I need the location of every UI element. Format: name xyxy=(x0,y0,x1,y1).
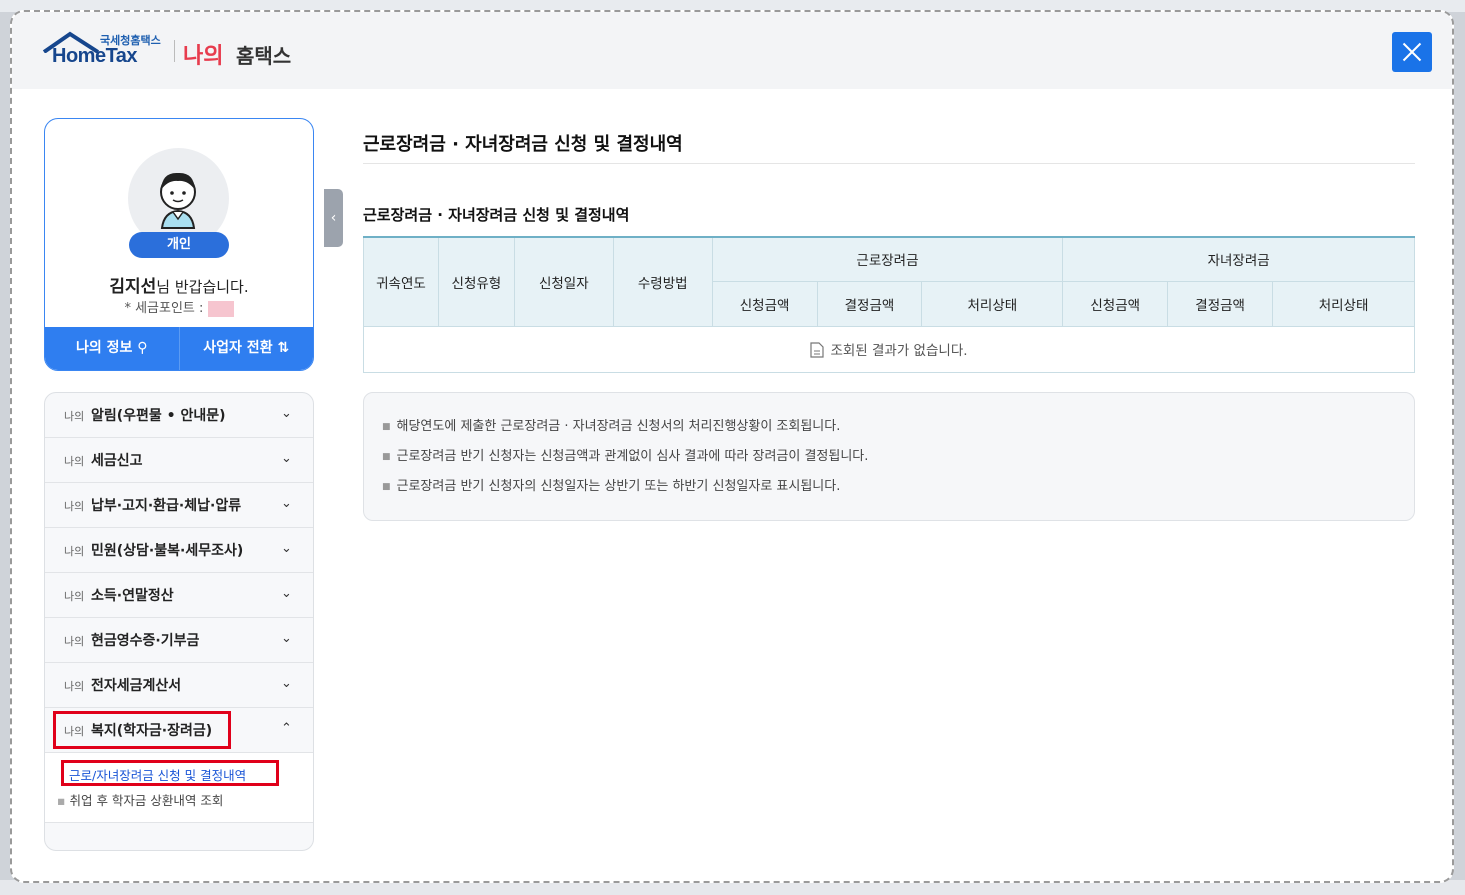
notice-item: ■ 해당연도에 제출한 근로장려금 · 자녀장려금 신청서의 처리진행상황이 조회… xyxy=(382,415,840,434)
my-info-button[interactable]: 나의 정보 ⚲ xyxy=(45,327,180,370)
notice-item: ■ 근로장려금 반기 신청자의 신청일자는 상반기 또는 하반기 신청일자로 표시… xyxy=(382,475,840,494)
user-name: 김지선 xyxy=(109,277,157,297)
greeting: 김지선님 반갑습니다. xyxy=(45,272,313,297)
empty-result-text: 조회된 결과가 없습니다. xyxy=(830,343,968,359)
highlight-box-welfare xyxy=(53,711,231,749)
sidebar-collapse-button[interactable]: ‹ xyxy=(324,189,343,247)
sidebar-item-label: 소득·연말정산 xyxy=(91,588,174,604)
sidebar-item-cash-receipts[interactable]: 나의 현금영수증·기부금 ⌄ xyxy=(45,618,313,663)
sidebar-item-label: 세금신고 xyxy=(91,453,143,469)
sidebar-item-notifications[interactable]: 나의 알림(우편물 • 안내문) ⌄ xyxy=(45,393,313,438)
table-header-row: 귀속연도 신청유형 신청일자 수령방법 근로장려금 자녀장려금 xyxy=(363,236,1415,327)
sidebar-item-label: 민원(상담·불복·세무조사) xyxy=(91,543,244,559)
col-group-earned-income: 근로장려금 xyxy=(711,236,1064,282)
col-header-type: 신청유형 xyxy=(437,236,515,327)
tax-points-label: * 세금포인트 : xyxy=(124,301,204,316)
bullet-icon: ■ xyxy=(382,451,391,462)
empty-result-cell: 조회된 결과가 없습니다. xyxy=(363,325,1415,373)
col-header-method: 수령방법 xyxy=(612,236,713,327)
sidebar-item-label: 납부·고지·환급·체납·압류 xyxy=(91,498,242,514)
sidebar-item-payment[interactable]: 나의 납부·고지·환급·체납·압류 ⌄ xyxy=(45,483,313,528)
submenu-item-label: 취업 후 학자금 상환내역 조회 xyxy=(69,793,224,808)
sidebar-item-tax-filing[interactable]: 나의 세금신고 ⌄ xyxy=(45,438,313,483)
greeting-suffix: 님 반갑습니다. xyxy=(156,278,249,296)
page-title: 근로장려금 · 자녀장려금 신청 및 결정내역 xyxy=(363,134,683,155)
col-header-decided-amount: 결정금액 xyxy=(816,280,923,327)
sidebar-item-label: 현금영수증·기부금 xyxy=(91,633,200,649)
close-button[interactable] xyxy=(1392,32,1432,72)
hometax-logo[interactable]: 국세청홈택스 HomeTax xyxy=(42,29,162,71)
notice-text: 해당연도에 제출한 근로장려금 · 자녀장려금 신청서의 처리진행상황이 조회됩… xyxy=(396,419,841,434)
document-icon xyxy=(810,342,825,358)
menu-prefix: 나의 xyxy=(64,455,85,468)
notice-text: 근로장려금 반기 신청자의 신청일자는 상반기 또는 하반기 신청일자로 표시됩… xyxy=(396,479,841,494)
submenu-item-student-loan[interactable]: ▪ 취업 후 학자금 상환내역 조회 xyxy=(57,790,223,809)
col-header-applied-amount: 신청금액 xyxy=(1062,280,1169,327)
menu-prefix: 나의 xyxy=(64,680,85,693)
profile-actions: 나의 정보 ⚲ 사업자 전환 ⇅ xyxy=(45,327,314,370)
incentive-history-table: 귀속연도 신청유형 신청일자 수령방법 근로장려금 자녀장려금 신청금액 결정금… xyxy=(363,236,1415,373)
user-type-badge: 개인 xyxy=(129,232,229,258)
sidebar-item-label: 전자세금계산서 xyxy=(91,678,182,694)
col-header-date: 신청일자 xyxy=(513,236,614,327)
my-hometax-modal: 국세청홈택스 HomeTax 나의 홈택스 개인 김지선님 반갑습니다. * 세… xyxy=(10,10,1454,883)
menu-prefix: 나의 xyxy=(64,500,85,513)
menu-prefix: 나의 xyxy=(64,545,85,558)
col-header-applied-amount: 신청금액 xyxy=(711,280,818,327)
chevron-down-icon: ⌄ xyxy=(281,406,292,421)
col-group-child: 자녀장려금 xyxy=(1062,236,1415,282)
table-row: 조회된 결과가 없습니다. xyxy=(363,325,1415,373)
section-title: 근로장려금 · 자녀장려금 신청 및 결정내역 xyxy=(363,206,630,224)
logo-hometax-text: 홈택스 xyxy=(236,44,292,68)
col-header-status: 처리상태 xyxy=(921,280,1064,327)
col-header-status: 처리상태 xyxy=(1272,280,1415,327)
chevron-down-icon: ⌄ xyxy=(281,451,292,466)
tax-points-value-redacted xyxy=(207,300,234,317)
logo-main-text: HomeTax xyxy=(52,45,138,67)
sidebar-item-label: 알림(우편물 • 안내문) xyxy=(91,408,226,424)
logo-divider xyxy=(174,40,175,62)
notice-item: ■ 근로장려금 반기 신청자는 신청금액과 관계없이 심사 결과에 따라 장려금이… xyxy=(382,445,868,464)
sidebar-menu: 나의 알림(우편물 • 안내문) ⌄ 나의 세금신고 ⌄ 나의 납부·고지·환급… xyxy=(44,392,314,851)
bullet-icon: ▪ xyxy=(57,793,66,808)
bullet-icon: ■ xyxy=(382,421,391,432)
chevron-down-icon: ⌄ xyxy=(281,496,292,511)
sidebar-item-income[interactable]: 나의 소득·연말정산 ⌄ xyxy=(45,573,313,618)
title-divider xyxy=(363,163,1415,164)
chevron-down-icon: ⌄ xyxy=(281,676,292,691)
notice-box: ■ 해당연도에 제출한 근로장려금 · 자녀장려금 신청서의 처리진행상황이 조회… xyxy=(363,392,1415,521)
chevron-up-icon: ⌃ xyxy=(281,721,292,736)
sidebar-item-civil-complaints[interactable]: 나의 민원(상담·불복·세무조사) ⌄ xyxy=(45,528,313,573)
logo-my-text: 나의 xyxy=(183,44,224,69)
menu-prefix: 나의 xyxy=(64,635,85,648)
notice-text: 근로장려금 반기 신청자는 신청금액과 관계없이 심사 결과에 따라 장려금이 … xyxy=(396,449,869,464)
chevron-down-icon: ⌄ xyxy=(281,631,292,646)
profile-card: 개인 김지선님 반갑습니다. * 세금포인트 : 나의 정보 ⚲ 사업자 전환 … xyxy=(44,118,314,371)
col-header-year: 귀속연도 xyxy=(363,236,439,327)
tax-points: * 세금포인트 : xyxy=(45,297,313,317)
menu-prefix: 나의 xyxy=(64,590,85,603)
sidebar-item-e-invoice[interactable]: 나의 전자세금계산서 ⌄ xyxy=(45,663,313,708)
switch-to-business-button[interactable]: 사업자 전환 ⇅ xyxy=(180,327,314,370)
chevron-down-icon: ⌄ xyxy=(281,541,292,556)
highlight-box-incentive-history xyxy=(61,760,279,786)
col-header-decided-amount: 결정금액 xyxy=(1167,280,1274,327)
modal-header: 국세청홈택스 HomeTax 나의 홈택스 xyxy=(12,12,1452,89)
chevron-down-icon: ⌄ xyxy=(281,586,292,601)
bullet-icon: ■ xyxy=(382,481,391,492)
menu-prefix: 나의 xyxy=(64,410,85,423)
chevron-left-icon: ‹ xyxy=(330,210,337,226)
